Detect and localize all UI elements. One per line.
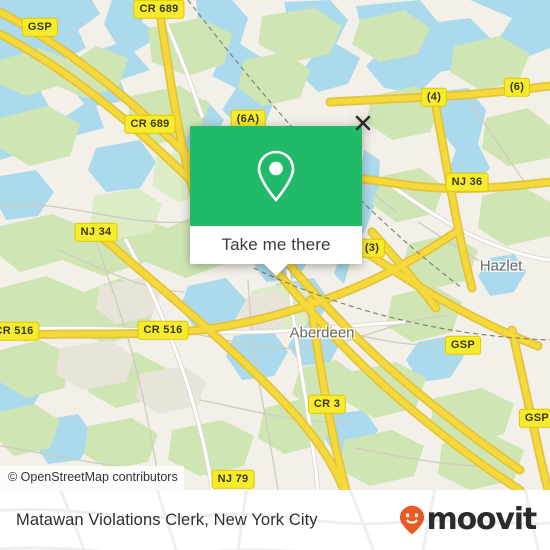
map-pin-icon bbox=[257, 150, 295, 203]
moovit-logo[interactable]: moovit bbox=[399, 502, 538, 537]
close-icon[interactable] bbox=[354, 114, 372, 132]
road-shield[interactable]: CR 516 bbox=[137, 320, 189, 340]
page-title: Matawan Violations Clerk, New York City bbox=[16, 510, 318, 529]
road-shield[interactable]: CR 516 bbox=[0, 321, 40, 341]
footer-bar: Matawan Violations Clerk, New York City … bbox=[0, 490, 550, 550]
road-shield[interactable]: GSP bbox=[518, 408, 550, 428]
road-shield[interactable]: (6) bbox=[503, 77, 531, 97]
road-shield[interactable]: CR 3 bbox=[307, 394, 347, 414]
moovit-smiley-pin-icon bbox=[399, 505, 424, 535]
place-label: Aberdeen bbox=[289, 324, 355, 342]
road-shield[interactable]: CR 689 bbox=[133, 0, 185, 19]
road-shield[interactable]: GSP bbox=[444, 335, 482, 355]
map-canvas[interactable]: .w { fill:#aadaeb; } .v { fill:#cfe6b4; … bbox=[0, 0, 550, 490]
destination-popup: Take me there bbox=[190, 115, 371, 276]
road-shield[interactable]: NJ 36 bbox=[445, 172, 489, 192]
road-shield[interactable]: GSP bbox=[21, 17, 59, 37]
take-me-there-button[interactable]: Take me there bbox=[190, 226, 362, 264]
road-shield[interactable]: CR 689 bbox=[124, 114, 176, 134]
footer-content: Matawan Violations Clerk, New York City … bbox=[0, 490, 550, 550]
popup-header bbox=[190, 126, 362, 226]
road-shield[interactable]: (3) bbox=[358, 238, 386, 258]
road-shield[interactable]: NJ 34 bbox=[74, 222, 118, 242]
popup-tail bbox=[263, 263, 289, 276]
moovit-wordmark: moovit bbox=[426, 502, 538, 537]
road-shield[interactable]: NJ 79 bbox=[211, 469, 255, 489]
map-page: .w { fill:#aadaeb; } .v { fill:#cfe6b4; … bbox=[0, 0, 550, 550]
osm-attribution[interactable]: © OpenStreetMap contributors bbox=[0, 466, 184, 490]
road-shield[interactable]: (4) bbox=[420, 87, 448, 107]
place-label: Hazlet bbox=[479, 257, 523, 275]
